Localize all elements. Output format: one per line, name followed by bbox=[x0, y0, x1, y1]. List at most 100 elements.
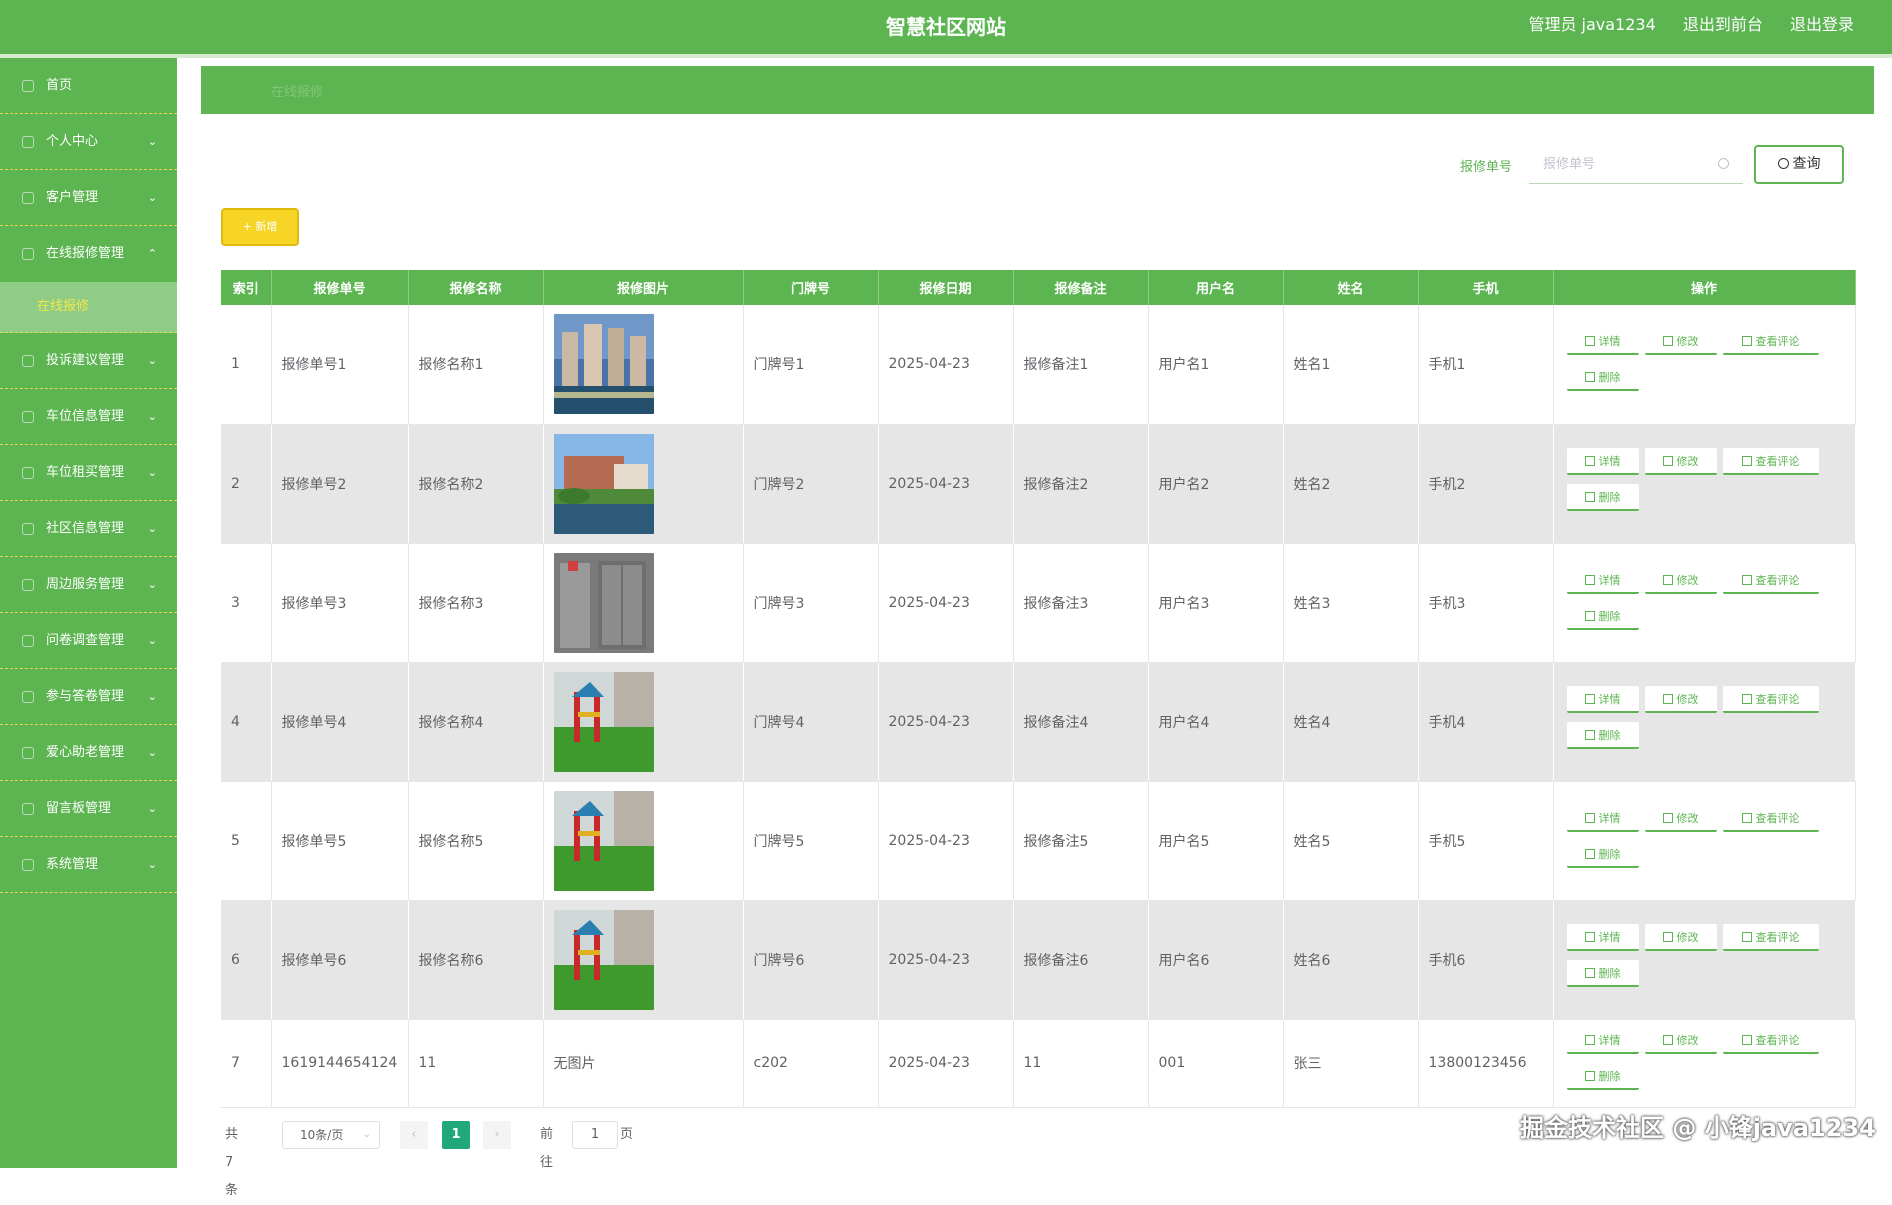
view-comments-button[interactable]: 查看评论 bbox=[1722, 566, 1819, 594]
community-icon bbox=[22, 523, 34, 535]
pencil-icon bbox=[1662, 812, 1673, 823]
breadcrumb-bar: 在线报修 bbox=[201, 66, 1874, 114]
sidebar-item-label: 在线报修管理 bbox=[46, 246, 125, 261]
back-to-front-link[interactable]: 退出到前台 bbox=[1683, 15, 1763, 34]
sidebar-item-parking-info[interactable]: 车位信息管理 ⌄ bbox=[0, 389, 177, 445]
trash-icon bbox=[1584, 1071, 1595, 1081]
cell-phone: 手机2 bbox=[1418, 424, 1554, 544]
view-comments-button[interactable]: 查看评论 bbox=[1722, 804, 1819, 832]
detail-button[interactable]: 详情 bbox=[1566, 1027, 1639, 1054]
delete-button[interactable]: 删除 bbox=[1566, 602, 1639, 630]
delete-button[interactable]: 删除 bbox=[1566, 364, 1639, 392]
sidebar-item-elderly-care[interactable]: 爱心助老管理 ⌄ bbox=[0, 725, 177, 781]
page-number-current[interactable]: 1 bbox=[442, 1121, 470, 1149]
sidebar-item-label: 社区信息管理 bbox=[46, 521, 125, 536]
cell-realname: 姓名6 bbox=[1283, 900, 1419, 1020]
cell-actions: 详情 修改 查看评论删除 bbox=[1553, 424, 1856, 544]
delete-button[interactable]: 删除 bbox=[1566, 959, 1639, 987]
detail-button[interactable]: 详情 bbox=[1566, 923, 1639, 951]
trash-icon bbox=[1584, 729, 1595, 740]
cell-repair-name: 报修名称1 bbox=[408, 305, 544, 425]
page-size-select[interactable]: 10条/页 ⌄ bbox=[282, 1121, 380, 1149]
document-icon bbox=[1584, 931, 1595, 942]
sidebar-subitem-online-repair[interactable]: 在线报修 bbox=[0, 282, 177, 333]
prev-page-button[interactable]: ‹ bbox=[400, 1121, 428, 1149]
cell-remark: 报修备注1 bbox=[1013, 305, 1149, 425]
edit-button[interactable]: 修改 bbox=[1644, 447, 1717, 475]
detail-button[interactable]: 详情 bbox=[1566, 804, 1639, 832]
logout-link[interactable]: 退出登录 bbox=[1790, 15, 1854, 34]
car-icon bbox=[22, 467, 34, 479]
sidebar-item-surveys[interactable]: 问卷调查管理 ⌄ bbox=[0, 613, 177, 669]
cell-phone: 手机1 bbox=[1418, 305, 1554, 425]
pencil-icon bbox=[1741, 336, 1752, 347]
sidebar-item-parking-rent[interactable]: 车位租买管理 ⌄ bbox=[0, 445, 177, 501]
pencil-icon bbox=[1741, 693, 1752, 704]
edit-button[interactable]: 修改 bbox=[1644, 685, 1717, 713]
table-row: 5 报修单号5 报修名称5 门牌号5 2025-04-23 报修备注5 用户名5 姓名5 手机5… bbox=[221, 781, 1856, 901]
delete-button[interactable]: 删除 bbox=[1566, 721, 1639, 749]
cell-repair-name: 报修名称2 bbox=[408, 424, 544, 544]
edit-button[interactable]: 修改 bbox=[1644, 328, 1717, 356]
detail-button[interactable]: 详情 bbox=[1566, 566, 1639, 594]
cell-phone: 13800123456 bbox=[1418, 1019, 1554, 1108]
sidebar-item-label: 爱心助老管理 bbox=[46, 745, 125, 760]
col-header-index: 索引 bbox=[221, 270, 272, 305]
view-comments-button[interactable]: 查看评论 bbox=[1722, 685, 1819, 713]
page-size-value: 10条/页 bbox=[300, 1128, 344, 1142]
view-comments-button[interactable]: 查看评论 bbox=[1722, 923, 1819, 951]
cell-phone: 手机4 bbox=[1418, 662, 1554, 782]
chevron-down-icon: ⌄ bbox=[147, 191, 157, 204]
pencil-icon bbox=[1741, 455, 1752, 466]
view-comments-button[interactable]: 查看评论 bbox=[1722, 1027, 1819, 1054]
edit-button[interactable]: 修改 bbox=[1644, 566, 1717, 594]
playground-image bbox=[553, 671, 654, 772]
trash-icon bbox=[1584, 848, 1595, 859]
sidebar-item-system[interactable]: 系统管理 ⌄ bbox=[0, 837, 177, 893]
breadcrumb[interactable]: 在线报修 bbox=[271, 81, 323, 100]
cell-door-no: 门牌号6 bbox=[743, 900, 879, 1020]
detail-button[interactable]: 详情 bbox=[1566, 447, 1639, 475]
pencil-icon bbox=[1662, 931, 1673, 942]
detail-button[interactable]: 详情 bbox=[1566, 328, 1639, 356]
edit-button[interactable]: 修改 bbox=[1644, 804, 1717, 832]
playground-image bbox=[553, 790, 654, 891]
query-button[interactable]: 查询 bbox=[1754, 145, 1844, 184]
sidebar-item-message-board[interactable]: 留言板管理 ⌄ bbox=[0, 781, 177, 837]
cell-repair-date: 2025-04-23 bbox=[878, 1019, 1014, 1108]
next-page-button[interactable]: › bbox=[483, 1121, 511, 1149]
cell-actions: 详情 修改 查看评论删除 bbox=[1553, 662, 1856, 782]
sidebar-item-repair-management[interactable]: 在线报修管理 ⌃ bbox=[0, 226, 177, 282]
sidebar-item-answers[interactable]: 参与答卷管理 ⌄ bbox=[0, 669, 177, 725]
sidebar-item-label: 车位租买管理 bbox=[46, 465, 125, 480]
sidebar-item-home[interactable]: 首页 bbox=[0, 58, 177, 114]
col-header-repair-no: 报修单号 bbox=[271, 270, 409, 305]
page-unit-label: 页 bbox=[620, 1127, 634, 1142]
delete-button[interactable]: 删除 bbox=[1566, 840, 1639, 868]
edit-button[interactable]: 修改 bbox=[1644, 1027, 1717, 1054]
edit-button[interactable]: 修改 bbox=[1644, 923, 1717, 951]
settings-icon bbox=[22, 859, 34, 871]
chevron-down-icon: ⌄ bbox=[147, 522, 157, 535]
goto-page-input[interactable]: 1 bbox=[572, 1121, 618, 1149]
delete-button[interactable]: 删除 bbox=[1566, 1063, 1639, 1090]
goto-label: 前往 bbox=[540, 1127, 554, 1170]
view-comments-button[interactable]: 查看评论 bbox=[1722, 328, 1819, 356]
repair-table: 索引 报修单号 报修名称 报修图片 门牌号 报修日期 报修备注 用户名 姓名 手… bbox=[221, 270, 1856, 1108]
detail-button[interactable]: 详情 bbox=[1566, 685, 1639, 713]
message-icon bbox=[22, 803, 34, 815]
view-comments-button[interactable]: 查看评论 bbox=[1722, 447, 1819, 475]
chevron-down-icon: ⌄ bbox=[147, 858, 157, 871]
sidebar-item-nearby-services[interactable]: 周边服务管理 ⌄ bbox=[0, 557, 177, 613]
sidebar-item-personal-center[interactable]: 个人中心 ⌄ bbox=[0, 114, 177, 170]
pencil-icon bbox=[1662, 574, 1673, 585]
search-input[interactable] bbox=[1529, 144, 1735, 184]
add-button[interactable]: + 新增 bbox=[221, 208, 299, 246]
sidebar-item-customers[interactable]: 客户管理 ⌄ bbox=[0, 170, 177, 226]
sidebar-item-community-info[interactable]: 社区信息管理 ⌄ bbox=[0, 501, 177, 557]
sidebar-item-complaints[interactable]: 投诉建议管理 ⌄ bbox=[0, 333, 177, 389]
cell-door-no: 门牌号5 bbox=[743, 781, 879, 901]
cell-repair-date: 2025-04-23 bbox=[878, 900, 1014, 1020]
delete-button[interactable]: 删除 bbox=[1566, 483, 1639, 511]
cell-actions: 详情 修改 查看评论删除 bbox=[1553, 781, 1856, 901]
